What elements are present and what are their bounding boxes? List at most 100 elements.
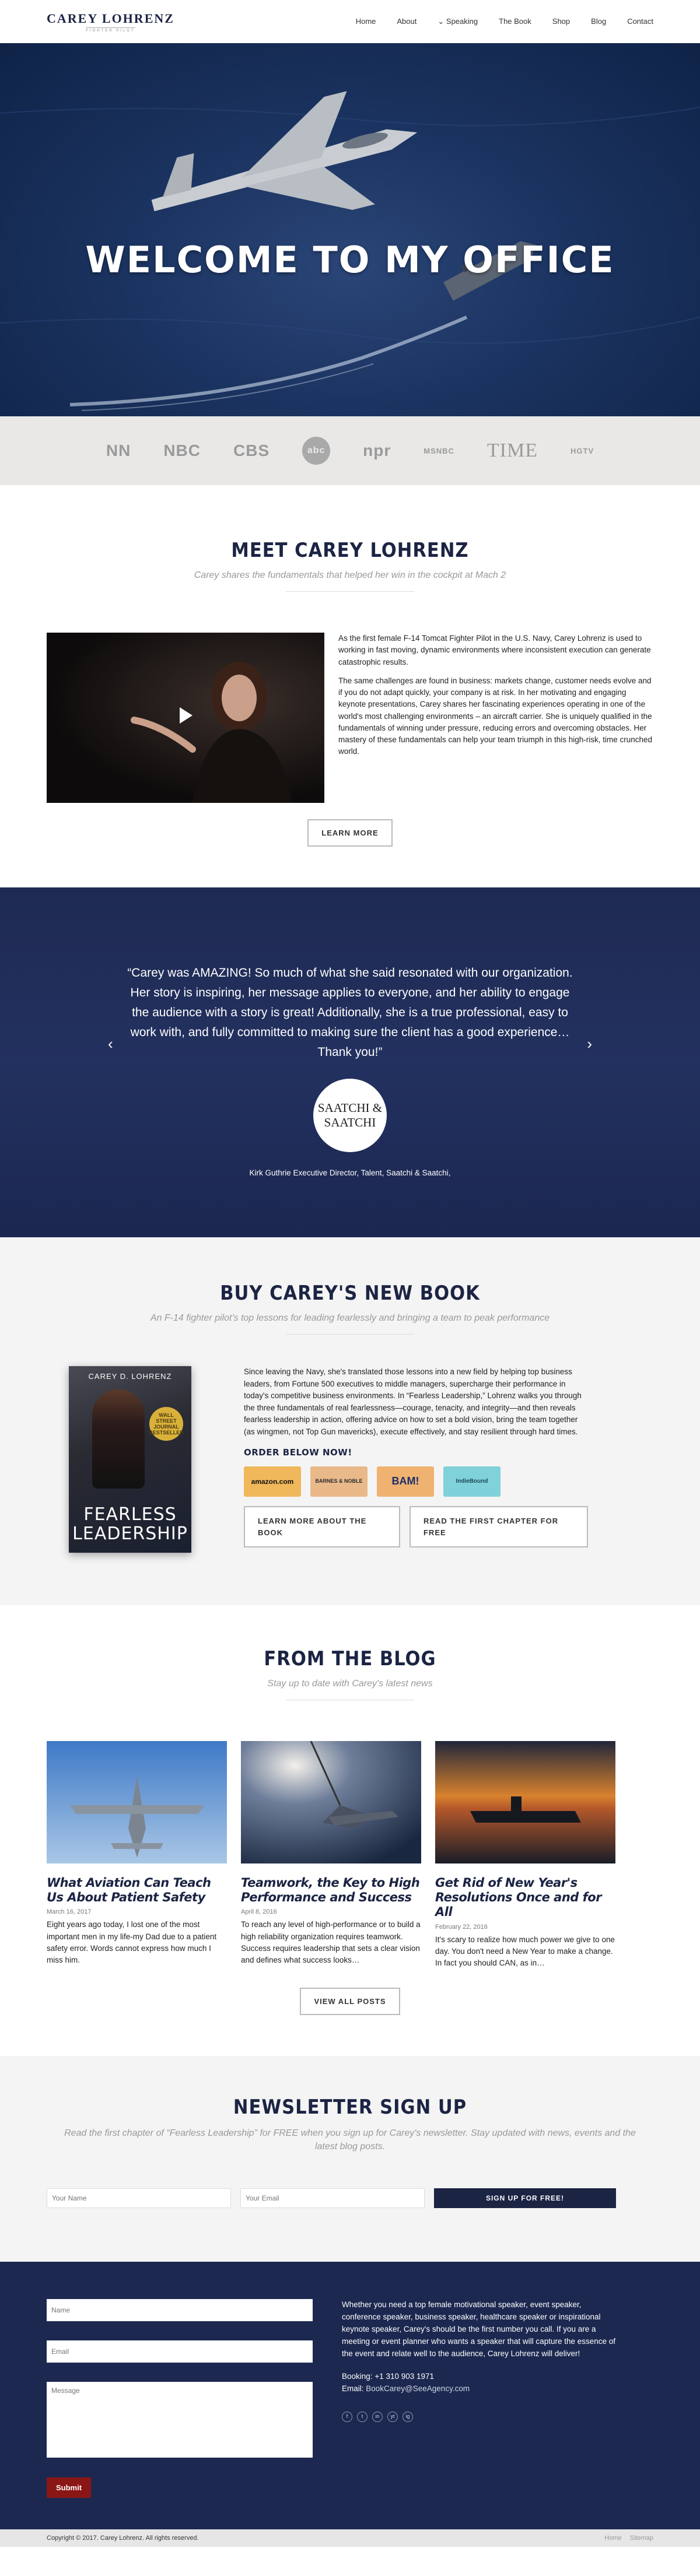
press-logo-cbs: CBS: [233, 441, 270, 459]
press-logo-time: TIME: [487, 440, 538, 461]
nav-speaking-label: Speaking: [446, 17, 478, 26]
meet-subtitle: Carey shares the fundamentals that helpe…: [194, 570, 506, 580]
nav-the-book[interactable]: The Book: [499, 17, 531, 26]
post-thumbnail[interactable]: [241, 1740, 421, 1863]
contact-submit-button[interactable]: Submit: [47, 2477, 92, 2498]
hero-illustration: [0, 91, 700, 411]
nav-home[interactable]: Home: [356, 17, 376, 26]
retailer-barnes-noble[interactable]: BARNES & NOBLE: [310, 1466, 368, 1497]
press-logos: NN NBC CBS abc npr MSNBC TIME HGTV: [0, 416, 700, 485]
post-thumbnail[interactable]: [47, 1741, 227, 1863]
linkedin-icon[interactable]: in: [372, 2411, 383, 2422]
booking-email-link[interactable]: BookCarey@SeeAgency.com: [366, 2384, 470, 2393]
chevron-down-icon: ⌄: [438, 17, 444, 26]
client-logo-badge: SAATCHI & SAATCHI: [313, 1079, 387, 1153]
retailer-amazon[interactable]: amazon.com: [244, 1466, 301, 1497]
book-section: BUY CAREY'S NEW BOOK An F-14 fighter pil…: [0, 1237, 700, 1605]
instagram-icon[interactable]: ig: [402, 2411, 413, 2422]
copyright-text: Copyright © 2017. Carey Lohrenz. All rig…: [47, 2535, 199, 2542]
learn-more-book-button[interactable]: LEARN MORE ABOUT THE BOOK: [244, 1505, 400, 1548]
book-cover-title-2: LEADERSHIP: [72, 1524, 188, 1544]
site-logo[interactable]: CAREY LOHRENZ FIGHTER PILOT: [47, 11, 174, 33]
book-cover[interactable]: CAREY D. LOHRENZ WALL STREET JOURNAL BES…: [69, 1366, 191, 1553]
blog-post-card[interactable]: Get Rid of New Year's Resolutions Once a…: [435, 1741, 615, 1969]
intro-video[interactable]: [47, 633, 324, 803]
post-date: March 16, 2017: [47, 1908, 92, 1916]
post-excerpt: Eight years ago today, I lost one of the…: [47, 1920, 217, 1965]
read-first-chapter-button[interactable]: READ THE FIRST CHAPTER FOR FREE: [409, 1505, 588, 1548]
testimonial-cite: Kirk Guthrie Executive Director, Talent,…: [249, 1168, 451, 1178]
carousel-prev-icon[interactable]: ‹: [108, 1035, 113, 1053]
newsletter-signup-button[interactable]: SIGN UP FOR FREE!: [434, 2188, 616, 2209]
post-title[interactable]: Get Rid of New Year's Resolutions Once a…: [435, 1876, 615, 1920]
footer-link-home[interactable]: Home: [604, 2535, 621, 2542]
nav-shop[interactable]: Shop: [552, 17, 570, 26]
learn-more-button[interactable]: LEARN MORE: [307, 819, 393, 847]
press-logo-nn: NN: [106, 441, 131, 459]
contact-email-input[interactable]: [47, 2340, 313, 2363]
logo-tagline: FIGHTER PILOT: [86, 27, 135, 33]
play-icon[interactable]: [180, 707, 192, 724]
newsletter-email-input[interactable]: [240, 2188, 425, 2209]
newsletter-name-input[interactable]: [47, 2188, 231, 2209]
contact-message-input[interactable]: [47, 2382, 313, 2458]
retailer-bam[interactable]: BAM!: [377, 1466, 434, 1497]
nav-about[interactable]: About: [397, 17, 416, 26]
nav-speaking[interactable]: ⌄ Speaking: [438, 17, 478, 26]
newsletter-title: NEWSLETTER SIGN UP: [233, 2096, 467, 2119]
hero-title: WELCOME TO MY OFFICE: [85, 238, 615, 281]
post-thumbnail[interactable]: [435, 1741, 615, 1863]
press-logo-msnbc: MSNBC: [424, 446, 454, 455]
testimonial-quote: “Carey was AMAZING! So much of what she …: [127, 966, 573, 1059]
blog-post-card[interactable]: What Aviation Can Teach Us About Patient…: [47, 1741, 227, 1969]
newsletter-section: NEWSLETTER SIGN UP Read the first chapte…: [0, 2056, 700, 2262]
contact-info-text: Whether you need a top female motivation…: [342, 2300, 616, 2358]
footer-links: Home Sitemap: [604, 2535, 653, 2542]
meet-paragraph-1: As the first female F-14 Tomcat Fighter …: [338, 634, 651, 666]
order-label: ORDER BELOW NOW!: [244, 1447, 352, 1458]
author-figure: [92, 1389, 145, 1489]
nav-blog[interactable]: Blog: [591, 17, 606, 26]
book-title: BUY CAREY'S NEW BOOK: [220, 1282, 480, 1305]
post-date: February 22, 2016: [435, 1923, 488, 1931]
retailer-indiebound[interactable]: IndieBound: [443, 1466, 501, 1497]
footer-link-sitemap[interactable]: Sitemap: [630, 2535, 653, 2542]
bottom-bar: Copyright © 2017. Carey Lohrenz. All rig…: [0, 2529, 700, 2547]
blog-section: FROM THE BLOG Stay up to date with Carey…: [0, 1605, 700, 2056]
bestseller-seal: WALL STREET JOURNAL BESTSELLER: [149, 1407, 184, 1441]
post-excerpt: It's scary to realize how much power we …: [435, 1935, 615, 1968]
carousel-next-icon[interactable]: ›: [587, 1035, 592, 1053]
testimonial-section: ‹ › “Carey was AMAZING! So much of what …: [0, 887, 700, 1237]
contact-form: Submit: [47, 2299, 313, 2498]
meet-title: MEET CAREY LOHRENZ: [231, 539, 469, 562]
site-header: CAREY LOHRENZ FIGHTER PILOT Home About ⌄…: [0, 0, 700, 43]
booking-label: Booking:: [342, 2371, 373, 2381]
meet-section: MEET CAREY LOHRENZ Carey shares the fund…: [0, 485, 700, 887]
booking-line: Booking: +1 310 903 1971: [342, 2371, 616, 2383]
book-cover-title: FEARLESS LEADERSHIP: [69, 1505, 191, 1543]
press-logo-npr: npr: [363, 441, 391, 459]
facebook-icon[interactable]: f: [342, 2411, 352, 2422]
email-label: Email:: [342, 2384, 364, 2393]
twitter-icon[interactable]: t: [357, 2411, 368, 2422]
book-description: Since leaving the Navy, she's translated…: [244, 1367, 582, 1436]
blog-title: FROM THE BLOG: [264, 1647, 436, 1670]
contact-name-input[interactable]: [47, 2299, 313, 2322]
social-links: f t in yt ig: [342, 2411, 616, 2422]
contact-footer: Submit Whether you need a top female mot…: [0, 2262, 700, 2530]
book-cover-title-1: FEARLESS: [83, 1504, 177, 1525]
book-subtitle: An F-14 fighter pilot's top lessons for …: [150, 1313, 550, 1323]
email-line: Email: BookCarey@SeeAgency.com: [342, 2383, 616, 2395]
post-title[interactable]: What Aviation Can Teach Us About Patient…: [47, 1876, 227, 1905]
nav-contact[interactable]: Contact: [627, 17, 653, 26]
press-logo-hgtv: HGTV: [570, 446, 594, 455]
press-logo-abc: abc: [302, 437, 331, 465]
view-all-posts-button[interactable]: VIEW ALL POSTS: [300, 1988, 400, 2016]
post-title[interactable]: Teamwork, the Key to High Performance an…: [241, 1876, 421, 1905]
blog-subtitle: Stay up to date with Carey's latest news: [267, 1679, 433, 1689]
blog-post-card[interactable]: Teamwork, the Key to High Performance an…: [241, 1740, 421, 1969]
main-nav: Home About ⌄ Speaking The Book Shop Blog…: [356, 17, 653, 26]
retailer-links: amazon.com BARNES & NOBLE BAM! IndieBoun…: [244, 1466, 588, 1497]
youtube-icon[interactable]: yt: [387, 2411, 398, 2422]
booking-phone[interactable]: +1 310 903 1971: [374, 2372, 434, 2381]
